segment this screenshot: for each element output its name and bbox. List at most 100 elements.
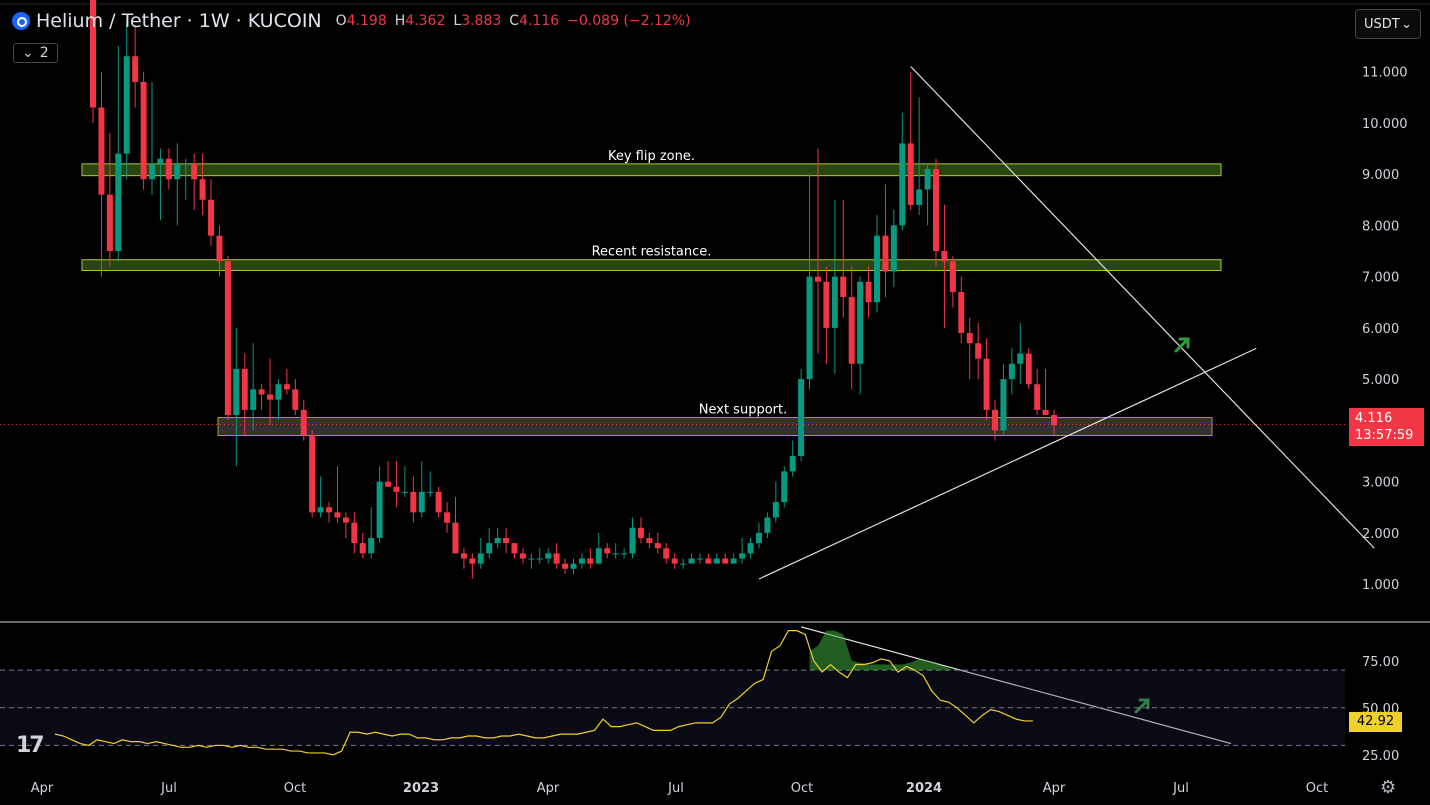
candle-body — [334, 512, 341, 518]
candle-body — [258, 389, 265, 395]
candle — [486, 527, 493, 559]
candle-body — [848, 297, 855, 364]
candle — [140, 71, 147, 190]
candle — [663, 543, 670, 564]
candle — [410, 476, 417, 523]
candle-body — [688, 558, 695, 564]
candle — [587, 548, 594, 569]
candle — [975, 322, 982, 380]
candle — [553, 543, 560, 569]
candle — [604, 543, 611, 559]
candle — [739, 538, 746, 564]
candle — [511, 543, 518, 559]
last-price-tag: 4.116 13:57:59 — [1349, 408, 1424, 446]
candle — [191, 153, 198, 210]
candle-body — [267, 394, 274, 400]
candle — [966, 317, 973, 380]
candle-body — [831, 276, 838, 328]
candle-body — [772, 502, 779, 518]
candle-body — [342, 517, 349, 523]
currency-select[interactable]: USDT ⌄ — [1355, 9, 1421, 39]
candle-body — [410, 491, 417, 513]
candle — [730, 553, 737, 564]
candle-body — [224, 261, 231, 415]
candle-body — [604, 548, 611, 554]
candle — [334, 466, 341, 523]
time-tick-label: Apr — [31, 781, 54, 796]
candle — [115, 46, 122, 262]
candle — [174, 143, 181, 226]
candle — [907, 71, 914, 210]
candle-body — [562, 563, 569, 569]
candle-body — [907, 143, 914, 205]
symbol-header: Helium / Tether · 1W · KUCOIN O4.198 H4.… — [12, 10, 691, 32]
candle — [621, 548, 628, 559]
gear-icon[interactable]: ⚙ — [1380, 777, 1398, 798]
candle-body — [570, 563, 577, 569]
candle — [359, 532, 366, 559]
candle — [857, 276, 864, 395]
candle — [696, 553, 703, 564]
high-value: 4.362 — [405, 13, 446, 29]
candle — [671, 553, 678, 569]
change-value: −0.089 (−2.12%) — [567, 13, 691, 29]
candle — [376, 466, 383, 544]
candle — [933, 158, 939, 267]
candle-body — [385, 481, 392, 487]
ohlc-readout: O4.198 H4.362 L3.883 C4.116 −0.089 (−2.1… — [335, 13, 691, 29]
candle — [123, 20, 130, 180]
candle — [1025, 348, 1032, 390]
candle-body — [401, 491, 408, 493]
candle — [326, 502, 333, 523]
candle — [418, 461, 425, 518]
candle — [536, 548, 543, 564]
candle — [1034, 368, 1041, 415]
candle-body — [696, 558, 703, 560]
candle-body — [216, 235, 223, 262]
candle-body — [663, 548, 670, 559]
candle-body — [747, 543, 754, 554]
candle-body — [140, 81, 147, 180]
chevron-down-icon: ⌄ — [1401, 16, 1412, 32]
candle — [983, 338, 990, 421]
candle — [705, 553, 712, 564]
candle — [562, 558, 569, 574]
price-tick-label: 7.000 — [1362, 271, 1399, 286]
zone-box — [81, 259, 1222, 271]
indicators-toggle-button[interactable]: ⌄ 2 — [13, 43, 58, 63]
candle — [680, 558, 687, 569]
symbol-title[interactable]: Helium / Tether · 1W · KUCOIN — [36, 10, 322, 32]
candle — [629, 517, 636, 559]
candle — [637, 517, 644, 544]
chart-canvas[interactable]: 11.00010.0009.0008.0007.0006.0005.0004.0… — [0, 0, 1430, 805]
lower-trendline — [758, 347, 1257, 580]
candle-body — [755, 532, 762, 544]
candle — [1008, 348, 1015, 395]
time-tick-label: Jul — [1172, 781, 1189, 796]
candle-body — [595, 548, 602, 564]
candle-body — [941, 251, 948, 262]
candle — [368, 507, 375, 559]
candle-body — [587, 558, 594, 564]
candle — [292, 379, 299, 415]
candle-body — [553, 553, 560, 564]
candle-body — [916, 189, 923, 205]
candle-body — [933, 169, 939, 251]
candle-body — [317, 507, 324, 513]
tradingview-logo-icon[interactable]: 17 — [16, 733, 45, 758]
candle — [208, 179, 215, 246]
candle-body — [637, 527, 644, 538]
candle-body — [739, 553, 746, 559]
candle — [865, 266, 872, 318]
candle-body — [444, 512, 451, 523]
candle-body — [182, 163, 189, 165]
candle-body — [1017, 353, 1024, 364]
candle — [267, 358, 274, 426]
candle-body — [730, 558, 737, 564]
candle-body — [519, 553, 526, 559]
candle — [882, 184, 889, 298]
candle-body — [157, 158, 164, 164]
candle-body — [376, 481, 383, 538]
candle-body — [536, 558, 543, 560]
candle — [899, 112, 906, 231]
